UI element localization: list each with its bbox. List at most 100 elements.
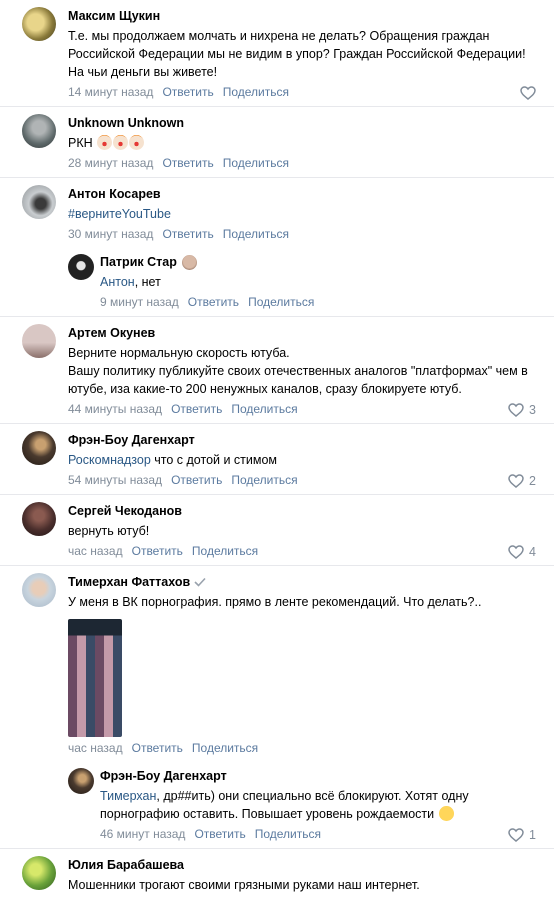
comment-author[interactable]: Фрэн-Боу Дагенхарт <box>100 768 540 784</box>
avatar[interactable] <box>22 856 56 890</box>
share-button[interactable]: Поделиться <box>231 472 297 488</box>
author-name[interactable]: Артем Окунев <box>68 325 155 341</box>
comment-time[interactable]: 30 минут назад <box>68 226 153 242</box>
reply-button[interactable]: Ответить <box>162 226 213 242</box>
like-button[interactable]: 4 <box>508 545 536 559</box>
share-button[interactable]: Поделиться <box>223 84 289 100</box>
like-count: 3 <box>529 403 536 417</box>
reply-button[interactable]: Ответить <box>132 740 183 756</box>
comment-time[interactable]: 44 минуты назад <box>68 401 162 417</box>
face-emoji <box>181 254 197 270</box>
clown-emoji <box>97 135 113 150</box>
author-name[interactable]: Фрэн-Боу Дагенхарт <box>100 768 227 784</box>
comment-time[interactable]: час назад <box>68 740 123 756</box>
reply-button[interactable]: Ответить <box>132 543 183 559</box>
comment-meta: 44 минуты назад Ответить Поделиться <box>68 401 540 417</box>
author-name[interactable]: Максим Щукин <box>68 8 160 24</box>
author-name[interactable]: Тимерхан Фаттахов <box>68 574 190 590</box>
avatar[interactable] <box>22 502 56 536</box>
reply-button[interactable]: Ответить <box>171 401 222 417</box>
mention-link[interactable]: Антон <box>100 275 135 289</box>
comment-text: Тимерхан, др##ить) они специально всё бл… <box>100 787 540 823</box>
avatar[interactable] <box>68 768 94 794</box>
reply-comment: Патрик Стар Антон, нет 9 минут назад Отв… <box>0 248 554 317</box>
comment-meta: 30 минут назад Ответить Поделиться <box>68 226 540 242</box>
avatar[interactable] <box>22 7 56 41</box>
like-button[interactable] <box>520 86 536 100</box>
avatar[interactable] <box>22 324 56 358</box>
comment-meta: час назад Ответить Поделиться <box>68 543 540 559</box>
comment-author[interactable]: Сергей Чекоданов <box>68 503 540 519</box>
avatar[interactable] <box>22 185 56 219</box>
avatar[interactable] <box>22 431 56 465</box>
comment-meta: 9 минут назад Ответить Поделиться <box>100 294 540 310</box>
comment-text: Мошенники трогают своими грязными руками… <box>68 878 420 892</box>
comment-text-content: РКН <box>68 136 93 150</box>
reply-button[interactable]: Ответить <box>188 294 239 310</box>
share-button[interactable]: Поделиться <box>192 740 258 756</box>
share-button[interactable]: Поделиться <box>255 826 321 842</box>
clown-emoji <box>113 135 129 150</box>
comment-time[interactable]: 9 минут назад <box>100 294 179 310</box>
comment-time[interactable]: 28 минут назад <box>68 155 153 171</box>
author-name[interactable]: Unknown Unknown <box>68 115 184 131</box>
attached-photo[interactable] <box>68 619 122 737</box>
comment-author[interactable]: Фрэн-Боу Дагенхарт <box>68 432 540 448</box>
avatar[interactable] <box>22 573 56 607</box>
comment-text-content: , нет <box>134 275 161 289</box>
comment-text: У меня в ВК порнография. прямо в ленте р… <box>68 595 482 609</box>
reply-button[interactable]: Ответить <box>162 84 213 100</box>
comment-time[interactable]: 14 минут назад <box>68 84 153 100</box>
author-name[interactable]: Патрик Стар <box>100 254 177 270</box>
like-count: 1 <box>529 828 536 842</box>
comment: Сергей Чекоданов вернуть ютуб! час назад… <box>0 495 554 566</box>
heart-icon <box>508 403 524 417</box>
author-name[interactable]: Сергей Чекоданов <box>68 503 182 519</box>
author-name[interactable]: Антон Косарев <box>68 186 161 202</box>
share-button[interactable]: Поделиться <box>192 543 258 559</box>
comment-author[interactable]: Патрик Стар <box>100 254 540 270</box>
comment-author[interactable]: Антон Косарев <box>68 186 540 202</box>
reply-button[interactable]: Ответить <box>171 472 222 488</box>
avatar[interactable] <box>22 114 56 148</box>
comment-text: РКН <box>68 134 540 152</box>
comment-author[interactable]: Юлия Барабашева <box>68 857 540 873</box>
verified-check-icon <box>194 577 206 587</box>
comment-time[interactable]: 54 минуты назад <box>68 472 162 488</box>
comment-author[interactable]: Unknown Unknown <box>68 115 540 131</box>
hashtag-link[interactable]: #вернитеYouTube <box>68 205 540 223</box>
share-button[interactable]: Поделиться <box>223 155 289 171</box>
reply-comment: Фрэн-Боу Дагенхарт Тимерхан, др##ить) он… <box>0 762 554 849</box>
comment-time[interactable]: 46 минут назад <box>100 826 185 842</box>
comment-text: Т.е. мы продолжаем молчать и нихрена не … <box>68 29 526 79</box>
comment-author[interactable]: Тимерхан Фаттахов <box>68 574 540 590</box>
comment: Юлия Барабашева Мошенники трогают своими… <box>0 849 554 900</box>
mention-link[interactable]: Роскомнадзор <box>68 453 151 467</box>
comment: Тимерхан Фаттахов У меня в ВК порнографи… <box>0 566 554 762</box>
avatar[interactable] <box>68 254 94 280</box>
comment-meta: 46 минут назад Ответить Поделиться <box>100 826 540 842</box>
like-count: 2 <box>529 474 536 488</box>
comment-text: вернуть ютуб! <box>68 524 150 538</box>
comment-text-content: что с дотой и стимом <box>150 453 278 467</box>
share-button[interactable]: Поделиться <box>231 401 297 417</box>
heart-icon <box>508 828 524 842</box>
like-button[interactable]: 1 <box>508 828 536 842</box>
reply-button[interactable]: Ответить <box>194 826 245 842</box>
share-button[interactable]: Поделиться <box>223 226 289 242</box>
author-name[interactable]: Юлия Барабашева <box>68 857 184 873</box>
share-button[interactable]: Поделиться <box>248 294 314 310</box>
mention-link[interactable]: Тимерхан <box>100 789 156 803</box>
author-name[interactable]: Фрэн-Боу Дагенхарт <box>68 432 195 448</box>
comments-feed: Максим Щукин Т.е. мы продолжаем молчать … <box>0 0 554 900</box>
like-button[interactable]: 3 <box>508 403 536 417</box>
like-button[interactable]: 2 <box>508 474 536 488</box>
heart-icon <box>508 545 524 559</box>
comment-author[interactable]: Артем Окунев <box>68 325 540 341</box>
clown-emoji <box>129 135 145 150</box>
reply-button[interactable]: Ответить <box>162 155 213 171</box>
like-count: 4 <box>529 545 536 559</box>
comment-author[interactable]: Максим Щукин <box>68 8 540 24</box>
comment-text: Антон, нет <box>100 273 540 291</box>
comment-time[interactable]: час назад <box>68 543 123 559</box>
